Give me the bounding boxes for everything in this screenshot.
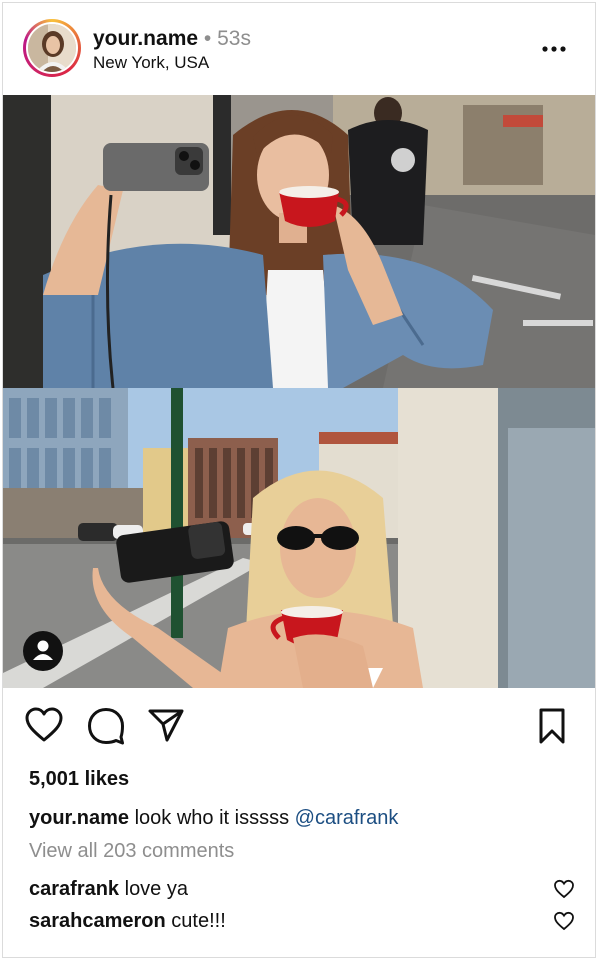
caption-text: look who it isssss (129, 807, 295, 829)
post-photo-bottom[interactable] (3, 388, 595, 688)
post-username[interactable]: your.name (93, 27, 198, 50)
comment-item: sarahcameron cute!!! (29, 910, 226, 933)
tagged-users-button[interactable] (23, 631, 63, 671)
comment-text: love ya (119, 878, 188, 900)
heart-icon[interactable] (25, 707, 63, 743)
action-bar (3, 703, 595, 751)
cafe-selfie-image (3, 388, 595, 688)
post-header: your.name • 53s New York, USA (3, 3, 595, 95)
comment-like-heart-icon[interactable] (553, 911, 575, 931)
send-icon[interactable] (147, 707, 185, 743)
comment-text: cute!!! (165, 910, 226, 932)
caption-username[interactable]: your.name (29, 807, 129, 829)
bookmark-icon[interactable] (537, 707, 567, 745)
username-line: your.name • 53s (93, 27, 251, 51)
comment-username[interactable]: sarahcameron (29, 910, 166, 932)
more-options-icon[interactable] (541, 39, 567, 59)
caption-mention[interactable]: @carafrank (295, 807, 399, 829)
post-location[interactable]: New York, USA (93, 53, 209, 73)
post-photo-top[interactable] (3, 95, 595, 388)
avatar[interactable] (26, 22, 78, 74)
view-all-comments-link[interactable]: View all 203 comments (29, 840, 234, 863)
street-selfie-image (3, 95, 595, 388)
likes-count[interactable]: 5,001 likes (29, 768, 129, 791)
user-tag-icon (33, 640, 53, 660)
avatar-image (28, 24, 76, 72)
post-caption: your.name look who it isssss @carafrank (29, 807, 398, 830)
story-ring[interactable] (23, 19, 81, 77)
instagram-post: your.name • 53s New York, USA 5,001 like… (2, 2, 596, 958)
post-time: 53s (217, 27, 251, 50)
comment-like-heart-icon[interactable] (553, 879, 575, 899)
comment-username[interactable]: carafrank (29, 878, 119, 900)
comment-icon[interactable] (87, 707, 125, 745)
separator-dot: • (203, 27, 212, 50)
comment-item: carafrank love ya (29, 878, 188, 901)
